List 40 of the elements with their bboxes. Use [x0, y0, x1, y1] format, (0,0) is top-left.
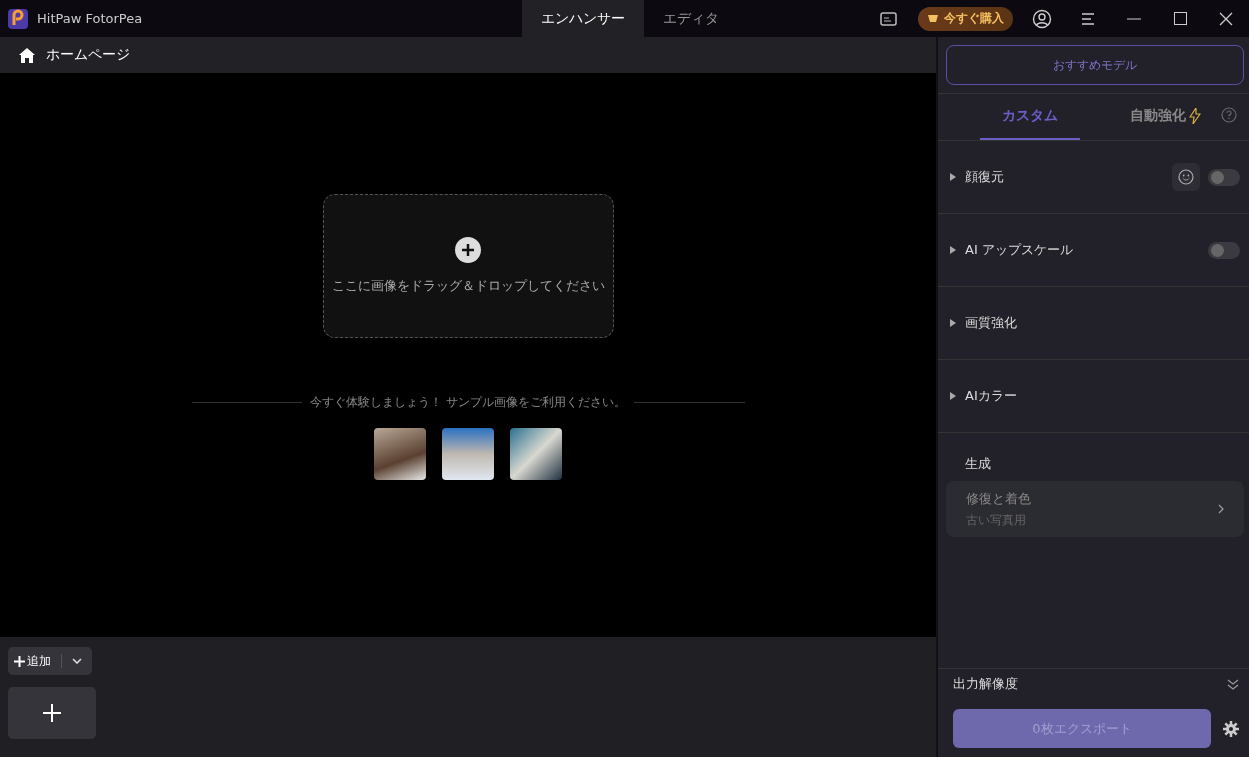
drop-zone-text: ここに画像をドラッグ＆ドロップしてください — [331, 277, 605, 295]
sample-hint: 今すぐ体験しましょう！ サンプル画像をご利用ください。 — [310, 394, 626, 411]
cart-icon — [927, 12, 939, 25]
toggle-switch[interactable] — [1208, 168, 1240, 186]
help-icon[interactable] — [1221, 107, 1237, 123]
section-header[interactable]: 顔復元 — [938, 141, 1249, 214]
mode-tab[interactable]: 自動強化 — [1115, 94, 1215, 140]
recommended-model-button[interactable]: おすすめモデル — [946, 45, 1244, 85]
expand-triangle-icon — [950, 246, 956, 254]
buy-now-button[interactable]: 今すぐ購入 — [918, 6, 1013, 31]
expand-triangle-icon — [950, 319, 956, 327]
section-heading: 生成 — [964, 455, 992, 473]
section-header[interactable]: 画質強化 — [938, 287, 1249, 360]
section-header[interactable]: AI アップスケール — [938, 214, 1249, 287]
home-icon[interactable] — [19, 47, 35, 63]
breadcrumb-link[interactable]: ホームページ — [46, 46, 130, 64]
output-resolution-label: 出力解像度 — [953, 675, 1018, 693]
top-tab[interactable]: エディタ — [644, 0, 738, 37]
photo-placeholder[interactable] — [374, 428, 426, 480]
plus-icon — [455, 237, 481, 263]
drop-zone[interactable]: ここに画像をドラッグ＆ドロップしてください — [322, 194, 614, 338]
double-chevron-down-icon[interactable] — [1227, 678, 1239, 690]
lightning-icon — [1188, 108, 1201, 124]
toggle-switch[interactable] — [1208, 241, 1240, 259]
plus-icon — [43, 704, 61, 722]
app-title: HitPaw FotorPea — [37, 11, 143, 26]
photo-placeholder[interactable] — [510, 428, 562, 480]
top-tab[interactable]: エンハンサー — [522, 0, 644, 37]
plus-icon — [14, 655, 25, 667]
settings-icon[interactable] — [1223, 720, 1239, 737]
photo-placeholder[interactable] — [442, 428, 494, 480]
chevron-down-icon[interactable] — [72, 658, 82, 664]
app-logo-icon — [8, 8, 28, 29]
chevron-right-icon — [1218, 504, 1224, 514]
add-button[interactable]: 追加 — [14, 652, 51, 670]
section-header[interactable]: AIカラー — [938, 360, 1249, 433]
smiley-face-icon[interactable] — [1172, 163, 1200, 191]
card-title: 修復と着色 — [966, 489, 1031, 508]
expand-triangle-icon — [950, 173, 956, 181]
expand-triangle-icon — [950, 392, 956, 400]
